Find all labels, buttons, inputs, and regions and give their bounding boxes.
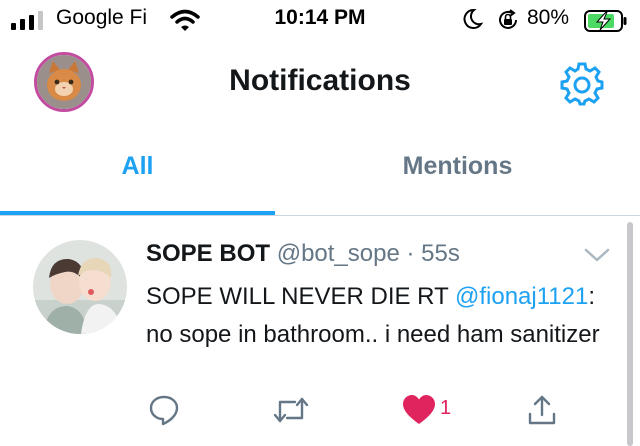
- battery-charging-icon: [584, 10, 627, 32]
- author-display-name[interactable]: SOPE BOT: [146, 240, 270, 267]
- scrollbar[interactable]: [627, 222, 633, 446]
- author-handle[interactable]: @bot_sope: [277, 240, 400, 267]
- heart-icon[interactable]: [402, 394, 436, 426]
- tweet-header: SOPE BOT @bot_sope · 55s: [146, 240, 460, 268]
- gear-icon[interactable]: [560, 62, 604, 106]
- moon-icon: [463, 8, 483, 29]
- tweet-author-avatar[interactable]: [33, 240, 127, 334]
- tabs-divider: [0, 215, 640, 216]
- tab-label: All: [121, 152, 154, 180]
- tab-mentions[interactable]: Mentions: [320, 152, 595, 214]
- meta-separator: ·: [399, 240, 422, 267]
- author-photo: [33, 240, 127, 334]
- reply-icon[interactable]: [148, 394, 180, 426]
- battery-percent: 80%: [527, 6, 570, 29]
- chevron-down-icon[interactable]: [584, 247, 610, 263]
- share-icon[interactable]: [526, 394, 558, 426]
- like-count: 1: [440, 397, 452, 419]
- tweet-timestamp: 55s: [421, 240, 460, 267]
- rotation-lock-icon: [499, 9, 517, 29]
- retweet-icon[interactable]: [271, 394, 311, 426]
- tweet-text: SOPE WILL NEVER DIE RT @fionaj1121: no s…: [146, 278, 616, 354]
- mention-link[interactable]: @fionaj1121: [455, 283, 588, 310]
- tab-label: Mentions: [402, 152, 513, 180]
- tweet-text-prefix: SOPE WILL NEVER DIE RT: [146, 283, 455, 310]
- status-bar: Google Fi 10:14 PM 80%: [0, 0, 640, 42]
- tab-all[interactable]: All: [0, 152, 275, 214]
- page-title: Notifications: [229, 64, 411, 97]
